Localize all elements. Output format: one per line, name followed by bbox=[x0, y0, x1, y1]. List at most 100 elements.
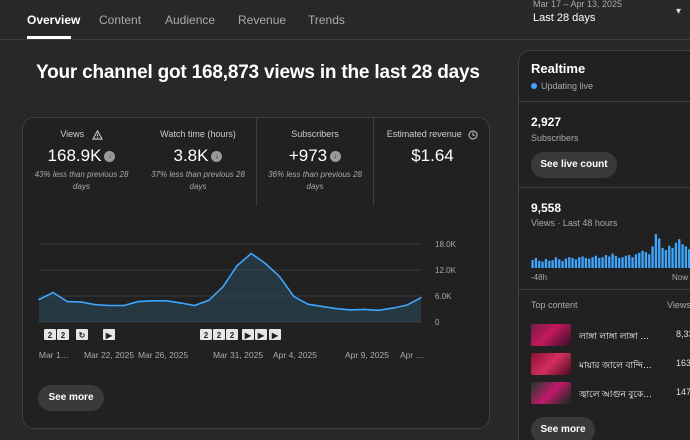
upload-marker[interactable]: ↻ bbox=[76, 329, 88, 340]
metric-label: Subscribers bbox=[291, 129, 339, 139]
x-tick-label: Mar 26, 2025 bbox=[138, 350, 188, 360]
data-point bbox=[363, 308, 366, 311]
arrow-down-icon: ↓ bbox=[104, 151, 116, 163]
see-more-button[interactable]: See more bbox=[38, 385, 104, 411]
metric-label: Watch time (hours) bbox=[160, 129, 236, 139]
video-title[interactable]: লাঙ্গা লাঙ্গা লাঙ্গা … bbox=[579, 329, 675, 344]
realtime-bar bbox=[531, 260, 534, 268]
video-thumbnail[interactable] bbox=[531, 353, 571, 375]
data-point bbox=[420, 296, 422, 299]
metric-views[interactable]: Views 168.9K ↓ 43% less than previous 28 … bbox=[23, 118, 140, 206]
tab-revenue[interactable]: Revenue bbox=[238, 13, 286, 27]
top-content-label: Top content bbox=[531, 300, 578, 310]
divider bbox=[519, 289, 690, 290]
data-point bbox=[264, 262, 267, 265]
divider bbox=[519, 187, 690, 188]
realtime-bar bbox=[568, 257, 571, 268]
tab-trends[interactable]: Trends bbox=[308, 13, 345, 27]
video-thumbnail[interactable] bbox=[531, 324, 571, 346]
realtime-bar bbox=[571, 257, 574, 268]
realtime-bar bbox=[678, 239, 681, 268]
realtime-bar bbox=[628, 255, 631, 268]
realtime-bar bbox=[608, 256, 611, 268]
upload-marker[interactable]: ▶ bbox=[269, 329, 281, 340]
upload-marker[interactable]: ▶ bbox=[255, 329, 267, 340]
realtime-bar bbox=[584, 257, 588, 268]
video-title[interactable]: মায়ার জালে বান্দি… bbox=[579, 358, 675, 373]
realtime-bar bbox=[591, 257, 594, 268]
realtime-bar bbox=[541, 261, 544, 268]
arrow-down-icon: ↓ bbox=[330, 151, 342, 163]
y-tick-label: 12.0K bbox=[435, 266, 457, 275]
realtime-bar bbox=[681, 244, 684, 268]
top-content-item[interactable]: জ্বালে আগুন বুকে… 147 bbox=[531, 382, 690, 404]
series-area bbox=[39, 253, 421, 322]
video-views: 147 bbox=[676, 387, 690, 397]
realtime-bar bbox=[631, 257, 634, 268]
realtime-views-chart[interactable] bbox=[531, 231, 690, 269]
data-point bbox=[406, 304, 408, 306]
data-point bbox=[377, 309, 380, 312]
upload-marker[interactable]: ▶ bbox=[103, 329, 115, 340]
realtime-bar bbox=[641, 250, 644, 268]
metric-value: 168.9K bbox=[47, 146, 102, 165]
realtime-bar bbox=[684, 246, 688, 268]
data-point bbox=[165, 299, 168, 302]
data-point bbox=[250, 252, 253, 255]
realtime-bar bbox=[638, 252, 641, 268]
data-point bbox=[335, 307, 337, 310]
realtime-bar bbox=[601, 257, 604, 268]
x-tick-label: Mar 22, 2025 bbox=[84, 350, 134, 360]
data-point bbox=[80, 301, 83, 303]
upload-marker[interactable]: 2 bbox=[44, 329, 56, 340]
realtime-see-more-button[interactable]: See more bbox=[531, 417, 595, 440]
marker-label: 2 bbox=[204, 331, 209, 340]
marker-label: ▶ bbox=[257, 331, 265, 340]
realtime-bar bbox=[644, 252, 648, 268]
active-tab-indicator bbox=[27, 36, 71, 39]
video-thumbnail[interactable] bbox=[531, 382, 571, 404]
tab-audience[interactable]: Audience bbox=[165, 13, 215, 27]
upload-marker[interactable]: 2 bbox=[226, 329, 238, 340]
realtime-title: Realtime bbox=[531, 61, 586, 76]
realtime-bar bbox=[664, 250, 668, 268]
realtime-views: 9,558 bbox=[531, 201, 562, 215]
metric-label: Views bbox=[60, 129, 85, 139]
realtime-bar bbox=[581, 256, 584, 268]
upload-marker[interactable]: 2 bbox=[200, 329, 212, 340]
top-content-item[interactable]: মায়ার জালে বান্দি… 163 bbox=[531, 353, 690, 375]
realtime-status: Updating live bbox=[541, 81, 594, 91]
y-tick-label: 0 bbox=[435, 318, 440, 327]
upload-marker[interactable]: 2 bbox=[213, 329, 225, 340]
tab-overview[interactable]: Overview bbox=[27, 13, 80, 27]
top-content-item[interactable]: লাঙ্গা লাঙ্গা লাঙ্গা … 8,333 bbox=[531, 324, 690, 346]
upload-marker[interactable]: 2 bbox=[57, 329, 69, 340]
metric-subscribers[interactable]: Subscribers +973 ↓ 36% less than previous… bbox=[256, 118, 373, 206]
tab-content[interactable]: Content bbox=[99, 13, 141, 27]
views-chart[interactable]: 18.0K12.0K6.0K02 2 ↻ ▶ 2 2 2 ▶ ▶ ▶Mar 1… Mar 22, 2… bbox=[23, 206, 489, 386]
realtime-bar bbox=[578, 257, 581, 268]
divider bbox=[519, 101, 690, 102]
date-range-selector[interactable]: Last 28 days bbox=[533, 12, 595, 24]
realtime-bar bbox=[611, 253, 614, 268]
realtime-bar bbox=[658, 238, 661, 268]
data-point bbox=[66, 300, 69, 303]
see-live-count-button[interactable]: See live count bbox=[531, 152, 617, 178]
video-title[interactable]: জ্বালে আগুন বুকে… bbox=[579, 387, 675, 402]
chevron-down-icon[interactable]: ▾ bbox=[676, 6, 681, 17]
data-point bbox=[94, 303, 97, 306]
realtime-bar bbox=[588, 258, 591, 268]
data-point bbox=[207, 299, 210, 302]
video-views: 8,333 bbox=[676, 329, 690, 339]
metric-comparison: 36% less than previous 28 days bbox=[268, 170, 362, 191]
realtime-bar bbox=[594, 255, 598, 268]
metric-revenue[interactable]: Estimated revenue $1.64 bbox=[373, 118, 489, 206]
arrow-down-icon: ↓ bbox=[211, 151, 223, 163]
realtime-bar bbox=[621, 257, 624, 268]
realtime-bar bbox=[551, 260, 554, 268]
metric-watch-time[interactable]: Watch time (hours) 3.8K ↓ 37% less than p… bbox=[140, 118, 256, 206]
upload-marker[interactable]: ▶ bbox=[242, 329, 254, 340]
marker-label: 2 bbox=[48, 331, 53, 340]
warning-icon[interactable] bbox=[91, 129, 103, 140]
date-range-text[interactable]: Mar 17 – Apr 13, 2025 bbox=[533, 0, 622, 9]
